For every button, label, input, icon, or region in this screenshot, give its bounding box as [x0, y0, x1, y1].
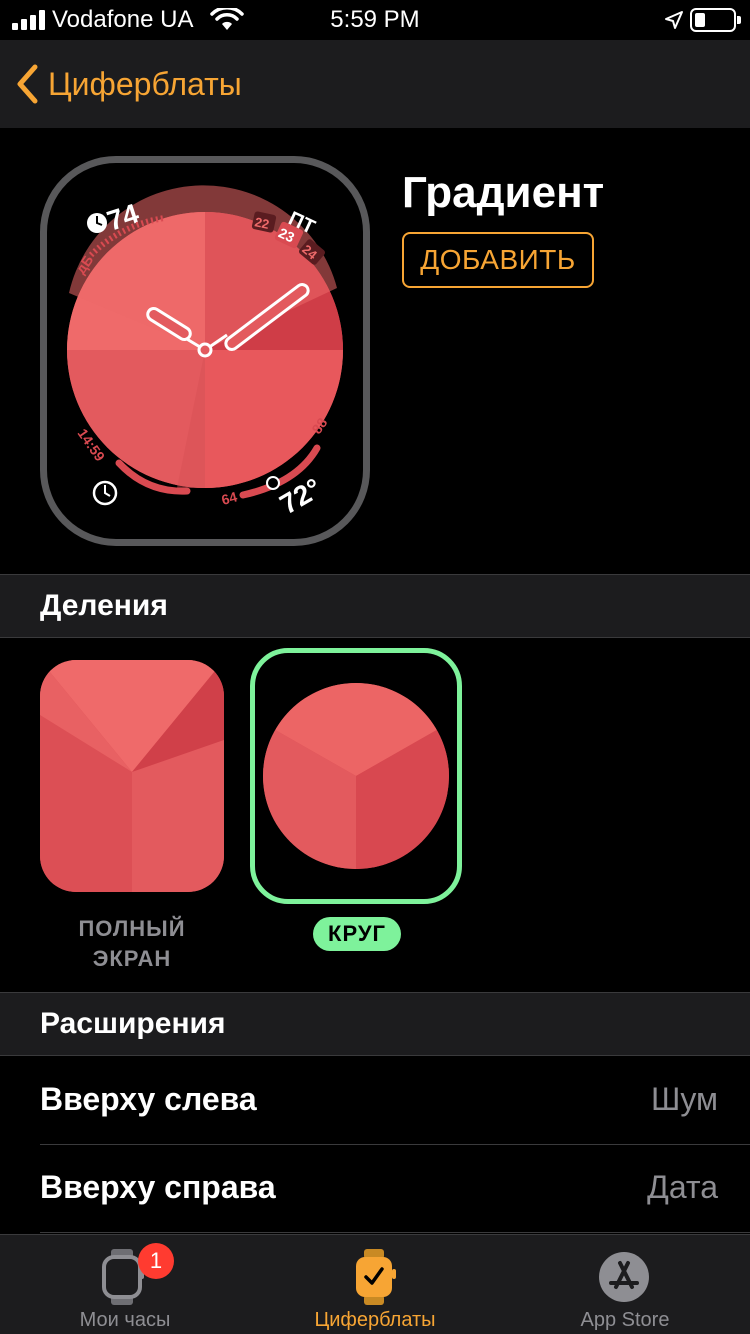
fullscreen-preview: [40, 660, 224, 892]
tab-my-watch[interactable]: 1 Мои часы: [0, 1235, 250, 1334]
complication-row-key: Вверху справа: [40, 1169, 276, 1205]
section-title-dial: Деления: [40, 589, 168, 622]
battery-icon: [690, 8, 741, 32]
complication-row-value: Шум: [651, 1081, 718, 1117]
watch-face-preview: 74 дБ ПТ 22 23 24 14:59 88 64 72°: [40, 156, 370, 546]
fullscreen-label-line2: ЭКРАН: [92, 946, 172, 971]
app-store-icon: [599, 1252, 649, 1302]
tab-bar: 1 Мои часы Циферблаты App Store: [0, 1234, 750, 1334]
date-prev: 22: [253, 214, 270, 232]
navigation-bar: Циферблаты: [0, 40, 750, 128]
dial-option-circle[interactable]: [250, 648, 462, 904]
section-header-dial: Деления: [0, 574, 750, 638]
location-arrow-icon: [665, 11, 683, 29]
watch-face-drawing: 74 дБ ПТ 22 23 24 14:59 88 64 72°: [67, 185, 343, 520]
notification-badge: 1: [138, 1243, 174, 1279]
dial-option-fullscreen-label: ПОЛНЫЙ ЭКРАН: [40, 914, 224, 974]
fullscreen-label-line1: ПОЛНЫЙ: [78, 916, 186, 941]
back-button[interactable]: Циферблаты: [16, 62, 242, 106]
circle-preview: [263, 683, 449, 869]
complication-row-key: Вверху слева: [40, 1081, 257, 1117]
chevron-left-icon: [17, 64, 38, 104]
tab-label: App Store: [580, 1309, 670, 1331]
clock-time: 5:59 PM: [330, 6, 420, 33]
face-title: Градиент: [402, 168, 605, 217]
status-bar: Vodafone UA 5:59 PM: [0, 0, 750, 40]
tab-label: Мои часы: [79, 1309, 171, 1331]
add-face-button[interactable]: ДОБАВИТЬ: [402, 232, 594, 288]
temp-low: 64: [220, 488, 239, 508]
complication-row-top-right[interactable]: Вверху справа Дата: [0, 1145, 750, 1233]
section-title-complications: Расширения: [40, 1007, 226, 1040]
watch-face-icon: [356, 1249, 396, 1305]
dial-option-fullscreen[interactable]: [40, 660, 224, 892]
row-divider: [40, 1232, 750, 1233]
complication-row-value: Дата: [647, 1169, 718, 1205]
back-label: Циферблаты: [48, 65, 242, 102]
tab-label: Циферблаты: [314, 1309, 436, 1331]
section-header-complications: Расширения: [0, 992, 750, 1056]
tab-watch-faces[interactable]: Циферблаты: [250, 1235, 500, 1334]
tab-app-store[interactable]: App Store: [500, 1235, 750, 1334]
complication-row-top-left[interactable]: Вверху слева Шум: [0, 1057, 750, 1145]
dial-option-circle-label: КРУГ: [313, 917, 401, 951]
